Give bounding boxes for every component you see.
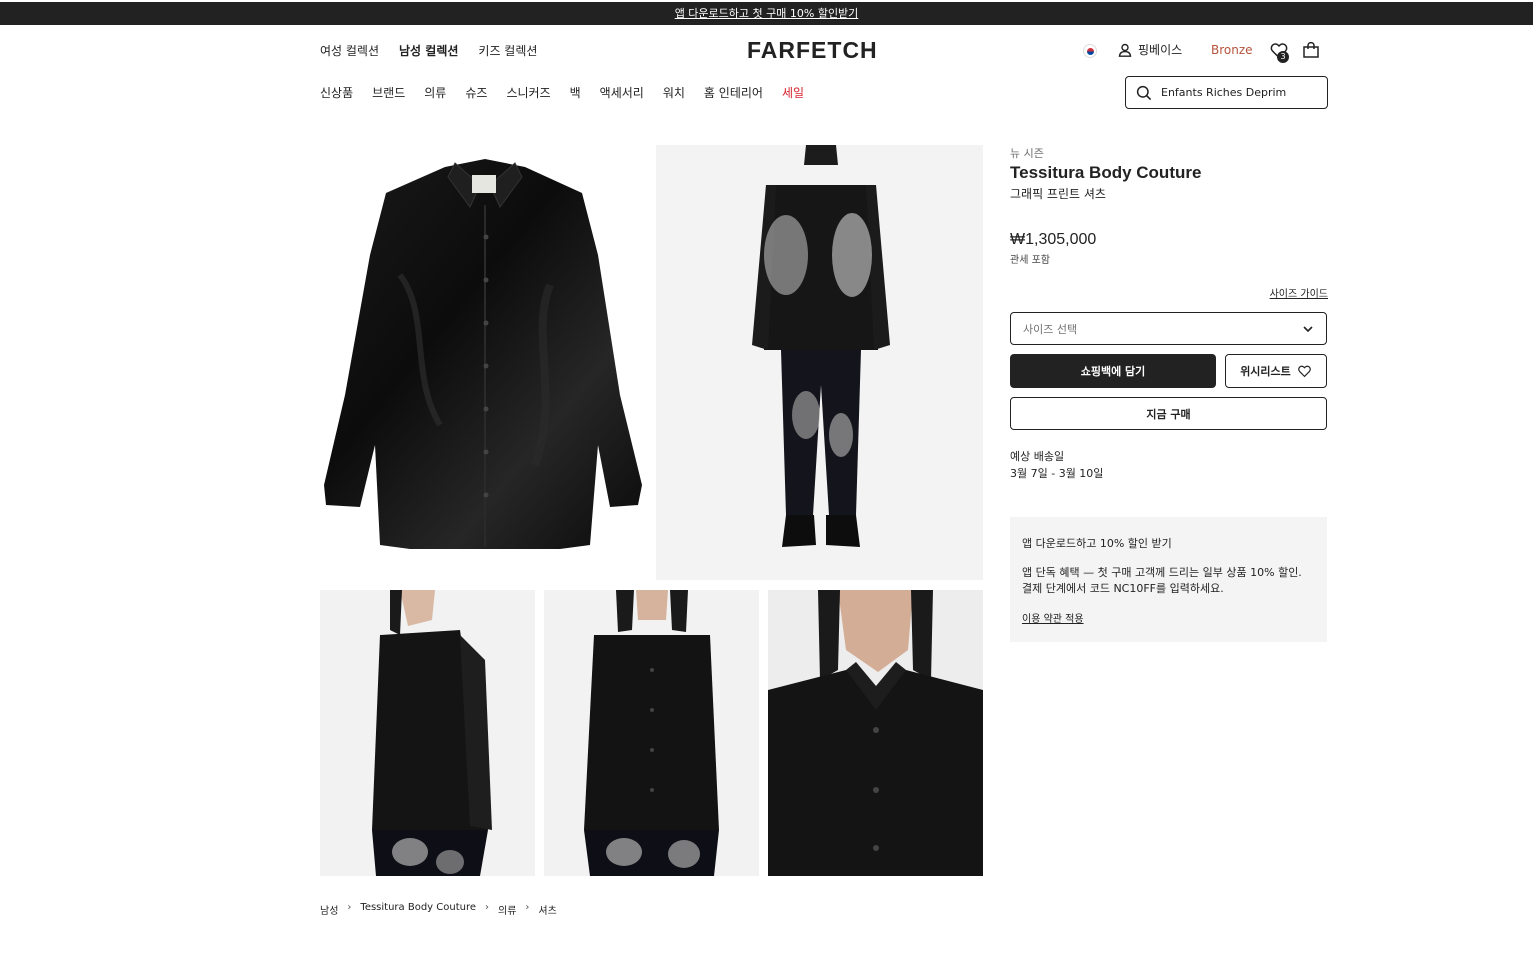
add-to-bag-button[interactable]: 쇼핑백에 담기 (1010, 354, 1216, 388)
nav-shoes[interactable]: 슈즈 (465, 84, 487, 101)
promo-banner: 앱 다운로드하고 첫 구매 10% 할인받기 (0, 2, 1533, 25)
app-promo-title: 앱 다운로드하고 10% 할인 받기 (1022, 537, 1172, 550)
nav-bags[interactable]: 백 (570, 84, 581, 101)
breadcrumb-separator: › (485, 902, 490, 913)
product-image-front[interactable] (544, 590, 759, 876)
tab-kids[interactable]: 키즈 컬렉션 (478, 42, 537, 59)
search-box[interactable]: Enfants Riches Deprim (1125, 76, 1328, 109)
season-label: 뉴 시즌 (1010, 147, 1044, 160)
site-header: 여성 컬렉션 남성 컬렉션 키즈 컬렉션 FARFETCH 핑베이스 Bronz… (0, 25, 1533, 120)
buy-now-button[interactable]: 지금 구매 (1010, 397, 1327, 430)
size-guide-link[interactable]: 사이즈 가이드 (1270, 285, 1328, 300)
brand-name[interactable]: Tessitura Body Couture (1010, 163, 1328, 183)
app-promo-body: 앱 단독 혜택 — 첫 구매 고객께 드리는 일부 상품 10% 할인. 결제 … (1022, 566, 1302, 595)
model-closeup-illustration (768, 590, 983, 876)
tax-note: 관세 포함 (1010, 255, 1050, 266)
breadcrumb-item-clothing[interactable]: 의류 (498, 902, 516, 917)
nav-new-in[interactable]: 신상품 (320, 84, 353, 101)
product-name: 그래픽 프린트 셔츠 (1010, 187, 1106, 201)
account-button[interactable]: 핑베이스 (1118, 41, 1182, 58)
product-info: 뉴 시즌 Tessitura Body Couture 그래픽 프린트 셔츠 ₩… (1010, 145, 1328, 642)
breadcrumb-item-shirts[interactable]: 셔츠 (538, 902, 556, 917)
chevron-down-icon (1303, 325, 1313, 332)
wishlist-count-badge: 3 (1277, 51, 1289, 63)
search-input[interactable]: Enfants Riches Deprim (1161, 86, 1286, 99)
app-promo-panel: 앱 다운로드하고 10% 할인 받기 앱 단독 혜택 — 첫 구매 고객께 드리… (1010, 517, 1327, 642)
product-image-main[interactable] (320, 145, 647, 580)
heart-icon (1297, 365, 1311, 377)
search-icon (1136, 85, 1152, 100)
product-image-closeup[interactable] (768, 590, 983, 876)
korea-flag-icon[interactable] (1083, 44, 1097, 58)
header-utilities: 핑베이스 Bronze 3 (1080, 39, 1328, 63)
product-image-back[interactable] (656, 145, 983, 580)
nav-clothing[interactable]: 의류 (424, 84, 446, 101)
wishlist-button[interactable]: 위시리스트 (1225, 354, 1327, 388)
model-back-illustration (656, 145, 983, 580)
tier-badge[interactable]: Bronze (1211, 43, 1253, 57)
product-price: ₩1,305,000 (1010, 231, 1097, 248)
shirt-flat-illustration (324, 159, 642, 549)
tab-womens[interactable]: 여성 컬렉션 (320, 42, 379, 59)
user-icon (1118, 43, 1132, 57)
size-select[interactable]: 사이즈 선택 (1010, 312, 1327, 345)
nav-accessories[interactable]: 액세서리 (600, 84, 644, 101)
model-side-illustration (320, 590, 535, 876)
bag-icon[interactable] (1302, 41, 1320, 59)
breadcrumb-item-men[interactable]: 남성 (320, 902, 338, 917)
promo-banner-link[interactable]: 앱 다운로드하고 첫 구매 10% 할인받기 (675, 7, 859, 20)
farfetch-logo[interactable]: FARFETCH (747, 37, 878, 64)
nav-watches[interactable]: 워치 (663, 84, 685, 101)
breadcrumb: 남성 › Tessitura Body Couture › 의류 › 셔츠 (320, 902, 557, 917)
terms-link[interactable]: 이용 약관 적용 (1022, 610, 1084, 625)
account-label: 핑베이스 (1138, 43, 1183, 57)
category-nav: 신상품 브랜드 의류 슈즈 스니커즈 백 액세서리 워치 홈 인테리어 세일 (320, 84, 804, 101)
delivery-title: 예상 배송일 (1010, 450, 1065, 463)
nav-brands[interactable]: 브랜드 (372, 84, 405, 101)
product-image-side[interactable] (320, 590, 535, 876)
breadcrumb-item-brand[interactable]: Tessitura Body Couture (360, 902, 476, 917)
wishlist-button-label: 위시리스트 (1240, 365, 1291, 378)
nav-home[interactable]: 홈 인테리어 (704, 84, 763, 101)
size-select-placeholder: 사이즈 선택 (1023, 322, 1078, 336)
delivery-dates: 3월 7일 - 3월 10일 (1010, 467, 1104, 480)
nav-sneakers[interactable]: 스니커즈 (506, 84, 550, 101)
tab-mens[interactable]: 남성 컬렉션 (399, 42, 458, 59)
nav-sale[interactable]: 세일 (782, 84, 804, 101)
breadcrumb-separator: › (525, 902, 530, 913)
gender-tabs: 여성 컬렉션 남성 컬렉션 키즈 컬렉션 (320, 42, 537, 59)
breadcrumb-separator: › (347, 902, 352, 913)
model-front-illustration (544, 590, 759, 876)
